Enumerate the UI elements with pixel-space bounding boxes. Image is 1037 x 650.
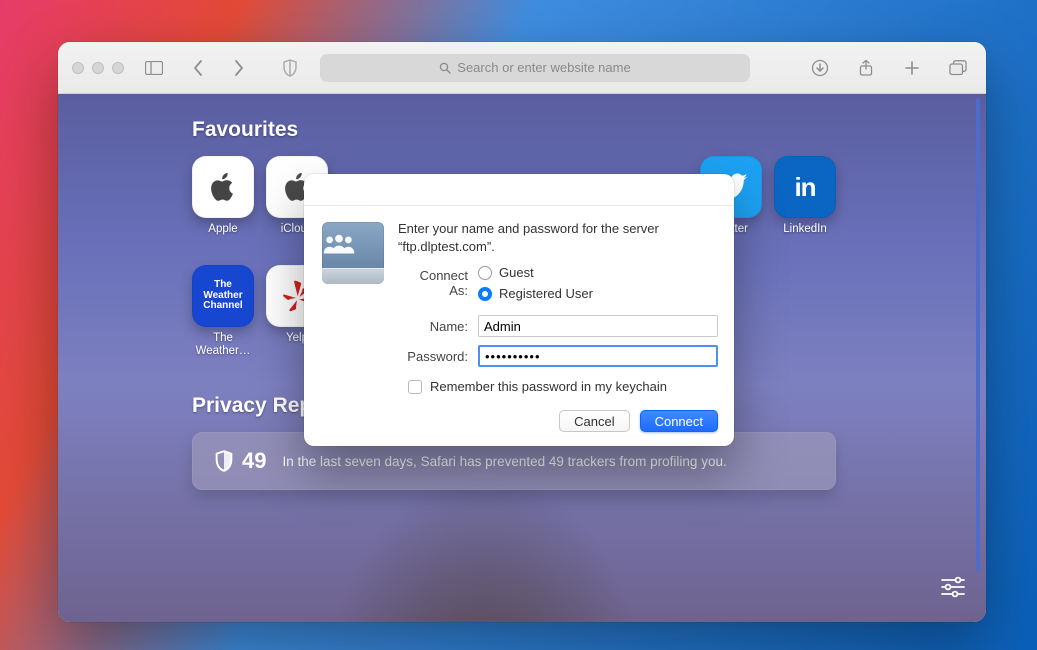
new-tab-button[interactable] — [898, 54, 926, 82]
tracker-count: 49 — [242, 448, 266, 474]
shield-icon — [214, 450, 234, 472]
favourite-label: Apple — [192, 223, 254, 249]
start-page: Favourites Apple iCloud — [58, 94, 986, 622]
favourite-linkedin[interactable]: in LinkedIn — [774, 156, 836, 249]
cancel-button[interactable]: Cancel — [559, 410, 629, 432]
favourite-apple[interactable]: Apple — [192, 156, 254, 249]
back-button[interactable] — [184, 54, 212, 82]
window-controls — [72, 62, 124, 74]
privacy-shield-icon[interactable] — [276, 54, 304, 82]
name-input[interactable] — [478, 315, 718, 337]
guest-radio[interactable]: Guest — [478, 265, 593, 280]
minimize-window-button[interactable] — [92, 62, 104, 74]
search-icon — [439, 62, 451, 74]
close-window-button[interactable] — [72, 62, 84, 74]
sidebar-toggle-button[interactable] — [140, 54, 168, 82]
server-auth-dialog: Enter your name and password for the ser… — [304, 174, 734, 446]
registered-user-radio[interactable]: Registered User — [478, 286, 593, 301]
connect-button[interactable]: Connect — [640, 410, 718, 432]
apple-icon — [192, 156, 254, 218]
toolbar: Search or enter website name — [58, 42, 986, 94]
forward-button[interactable] — [224, 54, 252, 82]
guest-radio-label: Guest — [499, 265, 534, 280]
privacy-message: In the last seven days, Safari has preve… — [282, 454, 726, 469]
weather-channel-icon: TheWeatherChannel — [192, 265, 254, 327]
password-input[interactable] — [478, 345, 718, 367]
favourites-heading: Favourites — [192, 118, 836, 142]
zoom-window-button[interactable] — [112, 62, 124, 74]
downloads-button[interactable] — [806, 54, 834, 82]
password-label: Password: — [398, 349, 468, 364]
auth-prompt: Enter your name and password for the ser… — [398, 220, 718, 255]
name-label: Name: — [398, 319, 468, 334]
network-drive-icon — [322, 222, 384, 284]
connect-as-label: Connect As: — [398, 268, 468, 298]
linkedin-icon: in — [774, 156, 836, 218]
registered-radio-label: Registered User — [499, 286, 593, 301]
favourite-weather[interactable]: TheWeatherChannel The Weather… — [192, 265, 254, 358]
remember-keychain-checkbox[interactable]: Remember this password in my keychain — [408, 379, 718, 394]
favourite-label: LinkedIn — [774, 223, 836, 249]
remember-keychain-label: Remember this password in my keychain — [430, 379, 667, 394]
safari-window: Search or enter website name Favourites — [58, 42, 986, 622]
tab-overview-button[interactable] — [944, 54, 972, 82]
share-button[interactable] — [852, 54, 880, 82]
page-settings-button[interactable] — [940, 576, 968, 604]
address-placeholder: Search or enter website name — [457, 60, 630, 75]
favourite-label: The Weather… — [192, 332, 254, 358]
address-bar[interactable]: Search or enter website name — [320, 54, 750, 82]
